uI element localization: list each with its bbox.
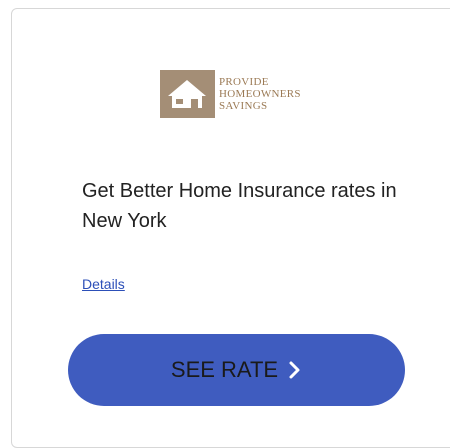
house-icon xyxy=(160,70,215,118)
brand-line-3: Savings xyxy=(219,100,268,112)
offer-headline: Get Better Home Insurance rates in New Y… xyxy=(82,180,397,232)
brand-line-2: Homeowners xyxy=(219,88,301,100)
see-rate-button[interactable]: SEE RATE xyxy=(68,334,405,406)
brand-logo: Provide Homeowners Savings xyxy=(160,70,320,118)
see-rate-label: SEE RATE xyxy=(170,357,279,382)
chevron-right-icon xyxy=(289,361,300,379)
brand-name: Provide Homeowners Savings xyxy=(219,76,301,112)
details-link[interactable]: Details xyxy=(82,276,125,292)
brand-line-1: Provide xyxy=(219,76,269,88)
